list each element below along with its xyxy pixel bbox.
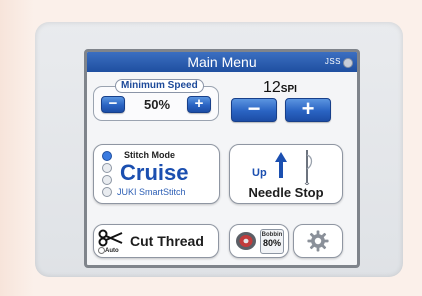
stitch-mode-value: Cruise	[120, 160, 189, 185]
speed-value: 50%	[143, 97, 171, 112]
bobbin-percent: 80%	[262, 238, 281, 248]
stitch-mode-radio-3[interactable]	[102, 175, 112, 185]
bobbin-button[interactable]: Bobbin 80%	[229, 224, 289, 258]
spi-value: 12	[263, 79, 281, 96]
stitch-mode-button[interactable]: Stitch Mode Cruise JUKI SmartStitch	[93, 144, 220, 204]
spi-decrease-button[interactable]: −	[231, 98, 277, 122]
stitch-mode-radio-2[interactable]	[102, 163, 112, 173]
spi-unit: SPI	[280, 84, 297, 95]
stitch-mode-title: Stitch Mode	[124, 150, 175, 160]
settings-button[interactable]	[293, 224, 343, 258]
spi-display: 12SPI	[263, 79, 297, 97]
needle-stop-button[interactable]: Up Needle Stop	[229, 144, 343, 204]
speed-decrease-button[interactable]: −	[101, 96, 125, 113]
stitch-mode-radio-1[interactable]	[102, 151, 112, 161]
scissors-icon	[98, 229, 123, 247]
speed-increase-button[interactable]: +	[187, 96, 211, 113]
user-label: JSS	[324, 57, 341, 66]
stitch-mode-radio-4[interactable]	[102, 187, 112, 197]
up-arrow-icon	[275, 152, 287, 178]
spi-increase-button[interactable]: +	[285, 98, 331, 122]
needle-icon	[304, 150, 313, 185]
cut-auto-label: Auto	[105, 248, 119, 255]
gear-icon	[307, 230, 329, 252]
window-title: Main Menu	[187, 54, 257, 70]
touch-screen: Main Menu JSS Minimum Speed − 50% + 12SP…	[84, 49, 360, 268]
bobbin-level-badge: Bobbin 80%	[260, 229, 284, 254]
bobbin-icon	[236, 232, 256, 250]
cut-auto-option[interactable]: Auto	[98, 247, 119, 254]
title-bar: Main Menu JSS	[87, 52, 357, 72]
cut-thread-label: Cut Thread	[130, 233, 204, 249]
needle-position: Up	[252, 167, 267, 179]
status-indicator	[343, 58, 353, 68]
cut-auto-radio[interactable]	[98, 247, 105, 254]
cut-thread-button[interactable]: Auto Cut Thread	[93, 224, 219, 258]
speed-label: Minimum Speed	[115, 79, 204, 93]
stitch-mode-sub: JUKI SmartStitch	[117, 187, 186, 197]
needle-stop-label: Needle Stop	[248, 185, 324, 200]
